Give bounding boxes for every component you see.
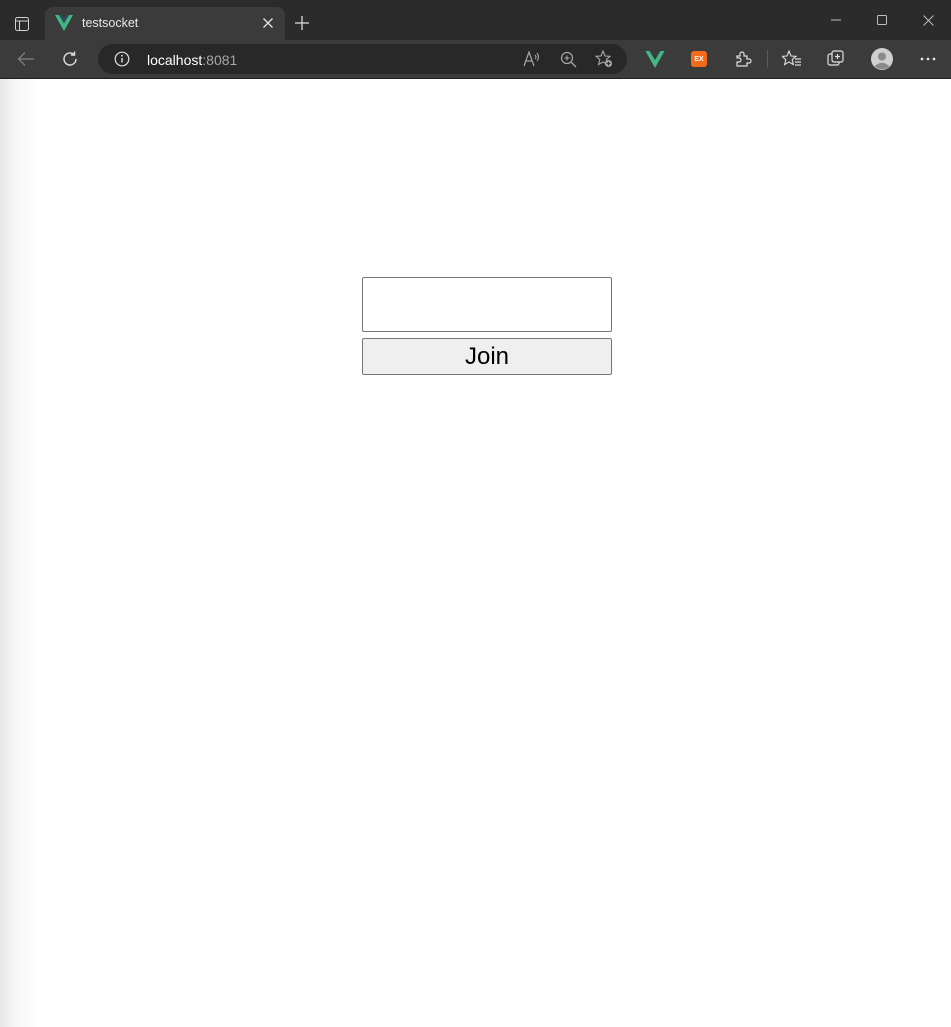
more-button[interactable]	[914, 46, 942, 72]
url-text: localhost:8081	[147, 52, 237, 68]
refresh-button[interactable]	[56, 46, 84, 72]
tab-actions-icon	[15, 17, 29, 31]
back-icon	[17, 52, 34, 66]
active-tab[interactable]: testsocket	[45, 7, 285, 40]
collections-icon	[827, 50, 844, 66]
url-host: localhost	[147, 52, 203, 68]
new-tab-button[interactable]	[292, 13, 312, 33]
browser-toolbar: localhost:8081 EX	[0, 40, 951, 79]
maximize-button[interactable]	[859, 0, 905, 40]
window-controls	[813, 0, 951, 40]
vue-devtools-button[interactable]	[641, 46, 669, 72]
read-aloud-icon	[523, 51, 540, 67]
name-input[interactable]	[362, 277, 612, 332]
join-button[interactable]: Join	[362, 338, 612, 375]
address-bar[interactable]: localhost:8081	[98, 44, 627, 74]
vue-devtools-icon	[645, 50, 665, 68]
profile-button[interactable]	[868, 46, 896, 72]
add-favorite-icon	[595, 50, 613, 68]
close-window-icon	[922, 14, 934, 26]
tab-title: testsocket	[82, 16, 139, 30]
tab-actions-button[interactable]	[8, 10, 36, 38]
maximize-icon	[877, 15, 887, 25]
add-favorite-button[interactable]	[593, 48, 615, 70]
refresh-icon	[63, 51, 77, 66]
zoom-icon	[560, 51, 576, 67]
extension-ex-icon: EX	[691, 51, 707, 67]
minimize-icon	[831, 19, 841, 21]
back-button[interactable]	[12, 46, 40, 72]
plus-icon	[295, 16, 309, 30]
more-icon	[920, 57, 936, 61]
extensions-icon	[736, 51, 752, 67]
favorites-icon	[782, 50, 801, 66]
url-port: :8081	[202, 52, 238, 68]
extension-ex-button[interactable]: EX	[685, 46, 713, 72]
toolbar-separator	[767, 50, 768, 68]
extensions-button[interactable]	[729, 46, 757, 72]
close-window-button[interactable]	[905, 0, 951, 40]
profile-avatar	[871, 48, 893, 70]
vue-logo-icon	[55, 15, 73, 31]
browser-titlebar: testsocket	[0, 0, 951, 40]
collections-button[interactable]	[822, 46, 850, 72]
close-icon	[263, 18, 273, 28]
site-info-icon[interactable]	[114, 51, 130, 67]
extension-ex-label: EX	[694, 55, 704, 63]
tab-close-button[interactable]	[261, 16, 275, 30]
favorites-button[interactable]	[778, 46, 806, 72]
zoom-button[interactable]	[557, 48, 579, 70]
read-aloud-button[interactable]	[521, 48, 543, 70]
minimize-button[interactable]	[813, 0, 859, 40]
page-viewport: Join	[0, 79, 951, 1027]
